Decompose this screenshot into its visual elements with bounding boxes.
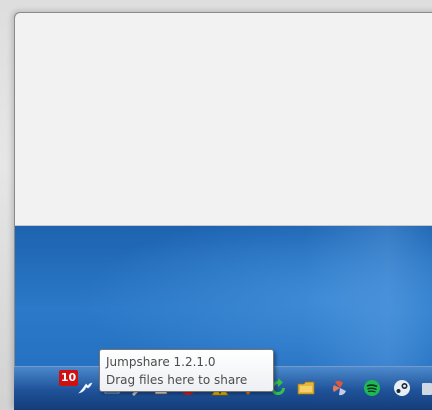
fan-icon[interactable] — [330, 378, 350, 398]
tooltip-title: Jumpshare 1.2.1.0 — [106, 355, 216, 369]
spotify-icon[interactable] — [362, 378, 382, 398]
screen: 10 Jumpshare 1.2.1.0 Drag files here to … — [0, 0, 432, 410]
jumpshare-tooltip: Jumpshare 1.2.1.0 Drag files here to sha… — [99, 349, 274, 392]
window-content-area — [15, 13, 432, 226]
tooltip-subtitle: Drag files here to share — [106, 373, 248, 387]
steam-icon[interactable] — [392, 378, 412, 398]
overflow-icon[interactable] — [420, 378, 432, 398]
jumpshare-icon[interactable] — [76, 378, 96, 398]
folder-icon[interactable] — [296, 378, 316, 398]
